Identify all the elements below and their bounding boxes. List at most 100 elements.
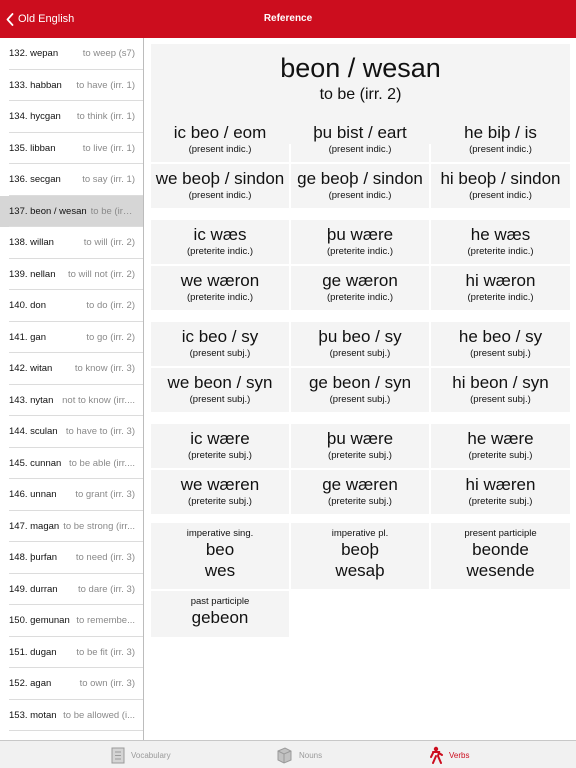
conjugation-note: (present subj.)	[329, 394, 391, 405]
conjugation-form: hi beon / syn	[452, 373, 549, 392]
list-item-meaning: to do (irr. 2)	[86, 300, 135, 312]
tab-nouns[interactable]: Nouns	[276, 741, 322, 768]
list-item-word: 133. habban	[9, 79, 62, 91]
conjugation-form: hi wæren	[465, 475, 536, 494]
conjugation-cell: ge beoþ / sindon (present indic.)	[291, 164, 429, 208]
conjugation-cell: ge beon / syn (present subj.)	[291, 368, 429, 412]
list-item-word: 143. nytan	[9, 394, 54, 406]
conjugation-form: ge wæren	[322, 475, 398, 494]
conjugation-note: (preterite indic.)	[467, 292, 534, 303]
conjugation-cell: þu beo / sy (present subj.)	[291, 322, 429, 366]
list-item[interactable]: 153. motan to be allowed (i...	[0, 700, 143, 732]
list-item-meaning: to think (irr. 1)	[76, 111, 135, 123]
conjugation-note: (preterite indic.)	[187, 246, 253, 257]
list-item[interactable]: 146. unnan to grant (irr. 3)	[0, 479, 143, 511]
list-item[interactable]: 145. cunnan to be able (irr....	[0, 448, 143, 480]
list-item[interactable]: 137. beon / wesan to be (irr....	[0, 195, 143, 227]
list-item-meaning: to be strong (irr...	[63, 520, 135, 532]
list-item[interactable]: 139. nellan to will not (irr. 2)	[0, 259, 143, 291]
conjugation-form: ic wære	[190, 429, 250, 448]
list-item-meaning: not to know (irr....	[62, 394, 135, 406]
conjugation-form: ic beo / sy	[181, 327, 259, 346]
conjugation-block: ic beo / eom (present indic.) þu bist / ea…	[151, 118, 570, 208]
form-cell: imperative pl. beoþ wesaþ	[291, 523, 429, 589]
tab-verbs[interactable]: Verbs	[430, 741, 469, 768]
list-item-meaning: to know (irr. 3)	[74, 363, 135, 375]
list-item[interactable]: 143. nytan not to know (irr....	[0, 385, 143, 417]
list-item-word: 134. hycgan	[9, 111, 61, 123]
conjugation-form: þu bist / eart	[313, 123, 407, 142]
conjugation-note: (preterite indic.)	[187, 292, 253, 303]
list-item-meaning: to live (irr. 1)	[82, 142, 135, 154]
list-item[interactable]: 140. don to do (irr. 2)	[0, 290, 143, 322]
conjugation-cell: hi beon / syn (present subj.)	[431, 368, 570, 412]
list-item[interactable]: 148. þurfan to need (irr. 3)	[0, 542, 143, 574]
conjugation-form: we wæren	[180, 475, 260, 494]
conjugation-cell: hi wæron (preterite indic.)	[431, 266, 570, 310]
list-item[interactable]: 149. durran to dare (irr. 3)	[0, 574, 143, 606]
conjugation-note: (preterite subj.)	[468, 450, 533, 461]
conjugation-cell: he biþ / is (present indic.)	[431, 118, 570, 162]
list-item[interactable]: 150. gemunan to remembe...	[0, 605, 143, 637]
chevron-left-icon	[6, 12, 14, 26]
conjugation-cell: he wæs (preterite indic.)	[431, 220, 570, 264]
conjugation-cell: he beo / sy (present subj.)	[431, 322, 570, 366]
conjugation-note: (preterite subj.)	[468, 496, 533, 507]
list-item[interactable]: 133. habban to have (irr. 1)	[0, 70, 143, 102]
conjugation-note: (present indic.)	[188, 144, 252, 155]
conjugation-form: we wæron	[180, 271, 260, 290]
list-item-word: 146. unnan	[9, 489, 57, 501]
back-button[interactable]: Old English	[6, 0, 74, 38]
list-item-meaning: to will (irr. 2)	[83, 237, 135, 249]
list-item[interactable]: 141. gan to go (irr. 2)	[0, 322, 143, 354]
conjugation-block: ic beo / sy (present subj.) þu beo / sy (pr…	[151, 322, 570, 412]
form-label: imperative sing.	[186, 528, 254, 539]
tab-vocabulary[interactable]: Vocabulary	[111, 741, 171, 768]
list-item-word: 149. durran	[9, 583, 58, 595]
verb-list[interactable]: 132. wepan to weep (s7) 133. habban to have…	[0, 38, 144, 740]
conjugation-cell: hi beoþ / sindon (present indic.)	[431, 164, 570, 208]
conjugation-cell: we wæren (preterite subj.)	[151, 470, 289, 514]
list-item[interactable]: 136. secgan to say (irr. 1)	[0, 164, 143, 196]
conjugation-form: ge beon / syn	[308, 373, 412, 392]
list-item[interactable]: 144. sculan to have to (irr. 3)	[0, 416, 143, 448]
conjugation-note: (present subj.)	[470, 348, 531, 359]
list-item[interactable]: 147. magan to be strong (irr...	[0, 511, 143, 543]
list-item-word: 141. gan	[9, 331, 46, 343]
conjugation-form: hi beoþ / sindon	[440, 169, 561, 188]
list-item[interactable]: 135. libban to live (irr. 1)	[0, 133, 143, 165]
conjugation-form: he beo / sy	[458, 327, 543, 346]
list-item[interactable]: 151. dugan to be fit (irr. 3)	[0, 637, 143, 669]
list-item-word: 150. gemunan	[9, 615, 70, 627]
list-item-meaning: to own (irr. 3)	[79, 678, 135, 690]
list-item-word: 135. libban	[9, 142, 56, 154]
nav-bar: Old English Reference	[0, 0, 576, 38]
list-item[interactable]: 134. hycgan to think (irr. 1)	[0, 101, 143, 133]
conjugation-cell: þu wære (preterite indic.)	[291, 220, 429, 264]
list-item-word: 144. sculan	[9, 426, 58, 438]
form-cell: imperative sing. beo wes	[151, 523, 289, 589]
list-item-meaning: to have (irr. 1)	[76, 79, 135, 91]
form-cell: present participle beonde wesende	[431, 523, 570, 589]
conjugation-note: (present subj.)	[470, 394, 531, 405]
conjugation-note: (present indic.)	[328, 190, 392, 201]
conjugation-note: (preterite subj.)	[328, 496, 392, 507]
conjugation-form: þu wære	[326, 429, 394, 448]
list-item[interactable]: 138. willan to will (irr. 2)	[0, 227, 143, 259]
list-item-word: 148. þurfan	[9, 552, 58, 564]
conjugation-form: ge beoþ / sindon	[297, 169, 423, 188]
list-item[interactable]: 142. witan to know (irr. 3)	[0, 353, 143, 385]
conjugation-cell: ge wæren (preterite subj.)	[291, 470, 429, 514]
conjugation-block: ic wæs (preterite indic.) þu wære (preterit…	[151, 220, 570, 310]
list-item[interactable]: 132. wepan to weep (s7)	[0, 38, 143, 70]
conjugation-note: (present subj.)	[189, 394, 251, 405]
conjugation-cell: we wæron (preterite indic.)	[151, 266, 289, 310]
conjugation-cell: ge wæron (preterite indic.)	[291, 266, 429, 310]
tab-bar: Vocabulary Nouns Verbs	[0, 740, 576, 768]
tab-nouns-label: Nouns	[299, 750, 323, 760]
page-title: Reference	[263, 13, 313, 24]
list-item-meaning: to be able (irr....	[68, 457, 135, 469]
list-item[interactable]: 152. agan to own (irr. 3)	[0, 668, 143, 700]
form-value: beonde	[472, 540, 529, 559]
conjugation-form: he wæs	[470, 225, 531, 244]
